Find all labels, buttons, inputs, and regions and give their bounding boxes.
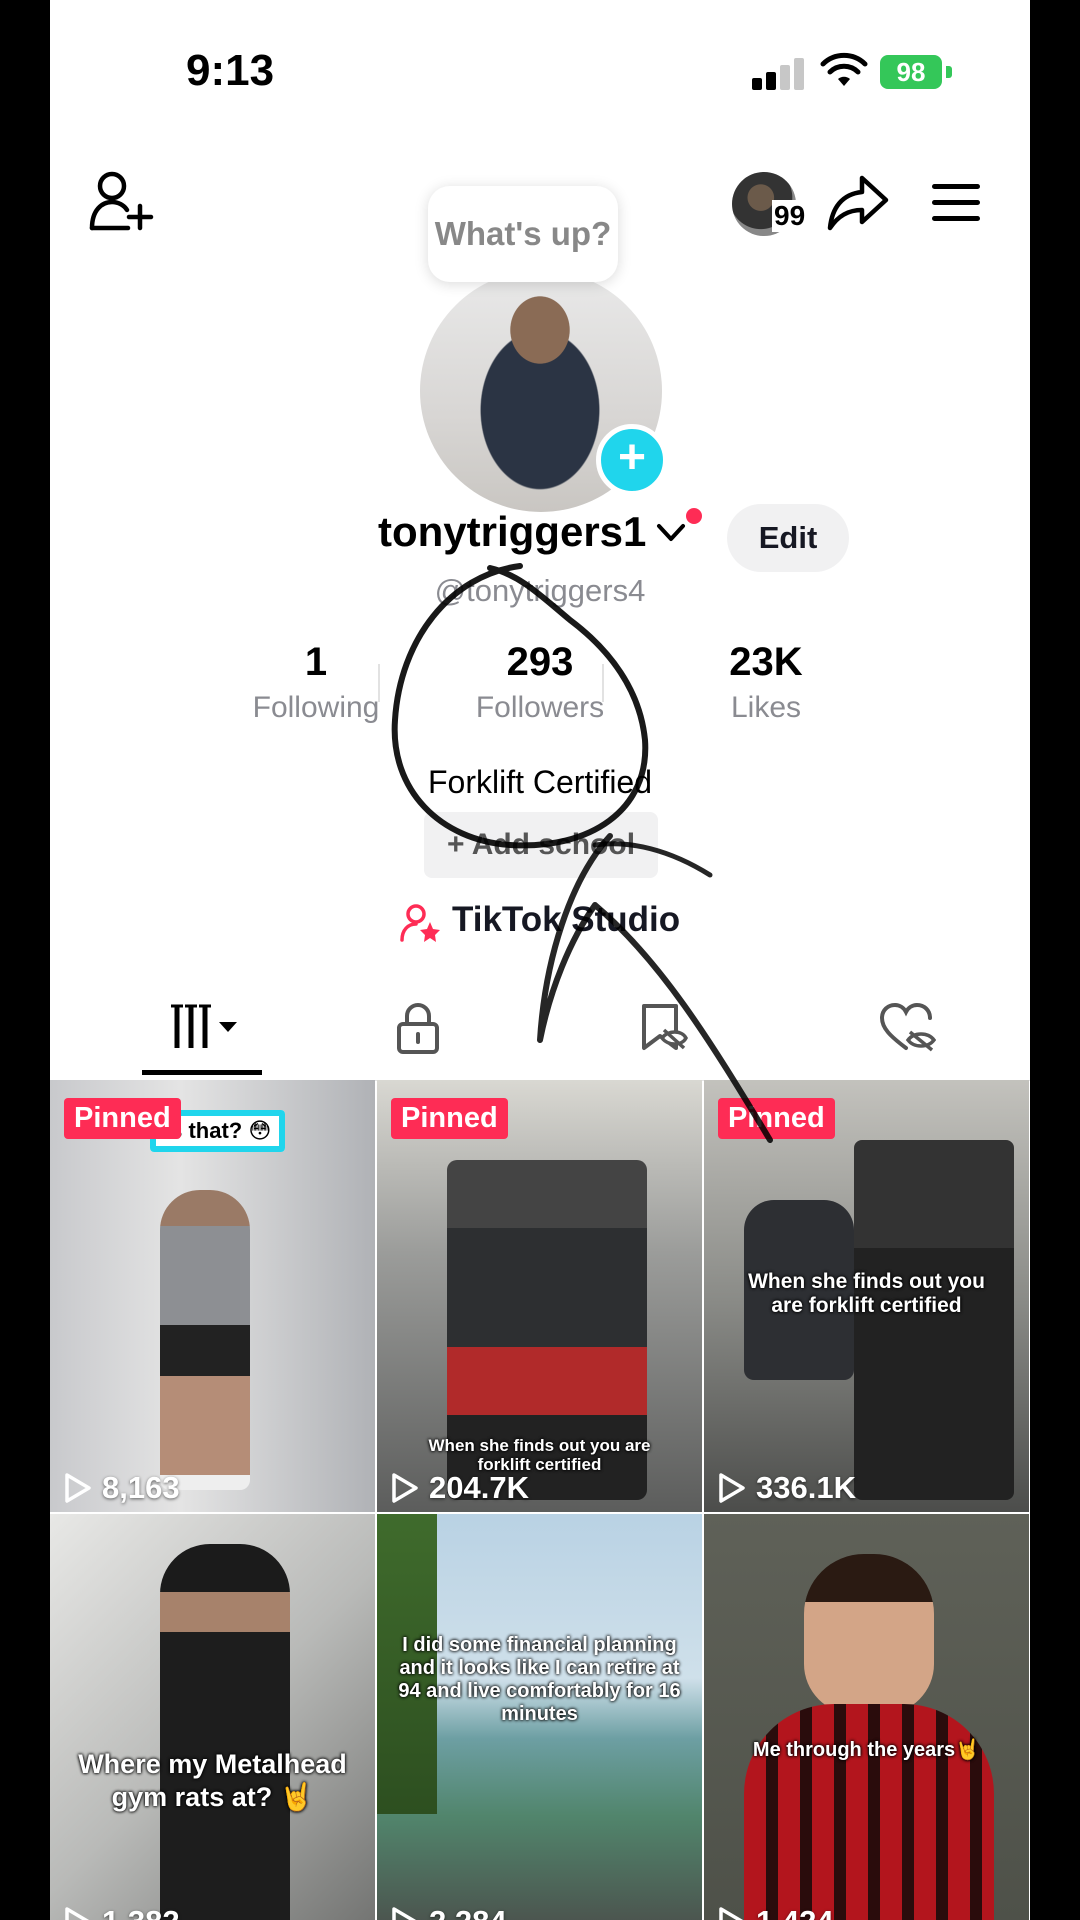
videos-grid-icon [170,1004,237,1048]
play-icon [719,1907,744,1920]
pinned-badge: Pinned [391,1098,508,1139]
likes-count: 23K [729,640,803,684]
video-thumbnail[interactable]: Me through the years🤘 1,424 [704,1514,1029,1920]
video-thumbnail[interactable]: I did some financial planning and it loo… [377,1514,702,1920]
user-handle: @tonytriggers4 [434,573,646,608]
edit-profile-button[interactable]: Edit [727,504,849,572]
tiktok-studio-label: TikTok Studio [452,900,681,939]
status-bar: 9:13 98 [50,0,1030,140]
play-icon [392,1907,417,1920]
likes-label: Likes [730,691,802,724]
video-grid: is that? 😳 Pinned 8,163 When she finds o… [50,1080,1030,1920]
view-count-text: 204.7K [429,1470,529,1505]
view-count: 8,163 [64,1470,180,1506]
video-thumbnail[interactable]: Where my Metalhead gym rats at? 🤘 1,382 [50,1514,375,1920]
bio-text: Forklift Certified [427,764,653,800]
video-thumbnail[interactable]: When she finds out you are forklift cert… [377,1080,702,1512]
play-icon [392,1473,418,1503]
studio-person-star-icon [400,904,440,942]
tab-favorites-hidden[interactable] [540,990,785,1080]
tab-private[interactable] [295,990,540,1080]
video-caption: Me through the years🤘 [752,1739,981,1761]
view-count: 1,424 [718,1904,834,1920]
add-school-button[interactable]: + Add school [424,812,658,878]
bookmark-hidden-icon [641,1004,688,1050]
video-thumbnail[interactable]: is that? 😳 Pinned 8,163 [50,1080,375,1512]
wifi-icon [820,52,868,86]
video-caption: Where my Metalhead gym rats at? 🤘 [78,1749,347,1812]
battery-icon: 98 [880,55,952,93]
content-tabs [50,990,1030,1081]
video-thumbnail[interactable]: When she finds out you are forklift cert… [704,1080,1029,1512]
pinned-badge: Pinned [64,1098,181,1139]
username[interactable]: tonytriggers1 [378,508,646,556]
active-tab-indicator [142,1070,262,1075]
add-friend-icon[interactable] [88,170,154,232]
tab-liked-hidden[interactable] [785,990,1030,1080]
view-count: 204.7K [391,1470,529,1506]
menu-icon[interactable] [932,180,984,226]
share-icon[interactable] [826,172,890,234]
video-caption: When she finds out you are forklift cert… [748,1270,985,1317]
notification-dot [686,508,702,524]
notification-count-badge: 99 [772,200,808,232]
chevron-down-icon[interactable] [656,522,686,544]
pinned-badge: Pinned [718,1098,835,1139]
view-count: 336.1K [718,1470,856,1506]
heart-hidden-icon [879,1002,936,1052]
view-count-text: 2,284 [429,1904,507,1920]
profile-screen: 9:13 98 99 + What's up? tonytriggers1 Ed… [50,0,1030,1920]
stat-divider [378,664,380,702]
whats-up-bubble[interactable]: What's up? [428,186,618,282]
video-caption: When she finds out you are forklift cert… [428,1436,651,1474]
video-caption: I did some financial planning and it loo… [398,1634,681,1725]
lock-icon [396,1003,439,1054]
stat-divider [602,664,604,702]
cellular-signal-icon [752,58,804,90]
view-count-text: 1,424 [756,1904,834,1920]
status-time: 9:13 [186,46,275,95]
view-count: 2,284 [391,1904,507,1920]
add-photo-plus-icon[interactable]: + [596,424,668,496]
view-count: 1,382 [64,1904,180,1920]
view-count-text: 1,382 [102,1904,180,1920]
view-count-text: 336.1K [756,1470,856,1505]
view-count-text: 8,163 [102,1470,180,1505]
likes-stat[interactable]: 23K Likes [676,640,856,725]
tab-videos[interactable] [80,990,325,1080]
play-icon [719,1473,745,1503]
play-icon [65,1473,91,1503]
battery-level: 98 [880,55,942,89]
play-icon [65,1907,90,1920]
